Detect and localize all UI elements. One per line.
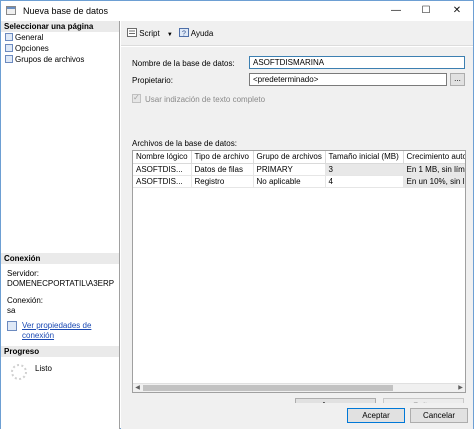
help-button[interactable]: ? Ayuda xyxy=(179,28,213,38)
checkmark-icon: ✓ xyxy=(133,93,140,102)
chevron-down-icon[interactable]: ▼ xyxy=(167,32,173,38)
server-value: DOMENECPORTATIL\A3ERP xyxy=(7,279,115,288)
database-files-grid: Nombre lógico Tipo de archivo Grupo de a… xyxy=(132,150,466,393)
db-name-label: Nombre de la base de datos: xyxy=(132,59,235,68)
app-icon xyxy=(6,6,16,15)
file-type-cell[interactable]: Registro xyxy=(191,175,254,188)
minimize-button[interactable]: — xyxy=(381,1,411,21)
script-label: Script xyxy=(139,29,160,38)
column-header[interactable]: Tipo de archivo xyxy=(191,151,254,164)
cancel-button[interactable]: Cancelar xyxy=(410,408,468,423)
file-type-cell[interactable]: Datos de filas xyxy=(191,163,254,176)
script-button[interactable]: Script ▼ xyxy=(127,28,173,38)
svg-text:?: ? xyxy=(182,31,186,38)
view-connection-properties-link[interactable]: Ver propiedades de xyxy=(22,321,91,330)
column-header[interactable]: Nombre lógico xyxy=(133,151,192,164)
general-page-form: Nombre de la base de datos: ASOFTDISMARI… xyxy=(121,47,473,413)
select-page-header: Seleccionar una página xyxy=(1,21,119,32)
script-icon xyxy=(127,28,137,37)
connection-header: Conexión xyxy=(1,253,119,264)
page-general-label: General xyxy=(15,33,44,42)
connection-label: Conexión: xyxy=(7,296,44,305)
page-filegroups-label: Grupos de archivos xyxy=(15,55,85,64)
progress-header: Progreso xyxy=(1,346,119,357)
page-options-label: Opciones xyxy=(15,44,49,53)
column-header[interactable]: Grupo de archivos xyxy=(253,151,326,164)
maximize-button[interactable]: ☐ xyxy=(411,1,441,21)
toolbar: Script ▼ ? Ayuda xyxy=(121,21,473,46)
table-row[interactable]: ASOFTDIS... Registro No aplicable 4 En u… xyxy=(133,175,465,188)
page-filegroups[interactable]: Grupos de archivos xyxy=(5,55,84,65)
close-button[interactable]: ✕ xyxy=(442,1,472,21)
column-header[interactable]: Crecimiento autom xyxy=(403,151,465,164)
progress-spinner-icon xyxy=(11,364,27,380)
scroll-right-icon[interactable]: ▶ xyxy=(456,384,465,392)
window-title: Nueva base de datos xyxy=(23,6,109,16)
scrollbar-thumb[interactable] xyxy=(143,385,393,391)
page-options[interactable]: Opciones xyxy=(5,44,49,54)
horizontal-scrollbar[interactable]: ◀ ▶ xyxy=(133,383,465,392)
logical-name-cell[interactable]: ASOFTDIS... xyxy=(133,163,192,176)
main-panel: Script ▼ ? Ayuda Nombre de la base de da… xyxy=(121,21,473,429)
owner-input[interactable]: <predeterminado> xyxy=(249,73,447,86)
autogrowth-cell[interactable]: En un 10%, sin límite xyxy=(403,175,465,188)
help-icon: ? xyxy=(179,28,189,38)
progress-status: Listo xyxy=(35,364,52,373)
ok-button[interactable]: Aceptar xyxy=(347,408,405,423)
view-connection-properties-link-2[interactable]: conexión xyxy=(22,331,54,340)
server-label: Servidor: xyxy=(7,269,40,278)
new-database-dialog: Nueva base de datos — ☐ ✕ Seleccionar un… xyxy=(0,0,474,429)
initial-size-cell[interactable]: 4 xyxy=(325,175,404,188)
left-panel: Seleccionar una página General Opciones … xyxy=(1,21,120,429)
page-icon xyxy=(5,55,13,63)
logical-name-cell[interactable]: ASOFTDIS... xyxy=(133,175,192,188)
page-icon xyxy=(5,44,13,52)
db-name-input[interactable]: ASOFTDISMARINA xyxy=(249,56,465,69)
connection-value: sa xyxy=(7,306,16,315)
page-icon xyxy=(5,33,13,41)
connection-properties-icon xyxy=(7,321,17,331)
fulltext-checkbox[interactable]: ✓ xyxy=(132,93,141,103)
table-row[interactable]: ASOFTDIS... Datos de filas PRIMARY 3 En … xyxy=(133,163,465,176)
fulltext-label: Usar indización de texto completo xyxy=(145,95,266,104)
title-bar: Nueva base de datos — ☐ ✕ xyxy=(1,1,473,21)
initial-size-cell[interactable]: 3 xyxy=(325,163,404,176)
files-label: Archivos de la base de datos: xyxy=(132,139,237,148)
dialog-buttons: Aceptar Cancelar xyxy=(121,403,473,429)
help-label: Ayuda xyxy=(190,29,214,38)
page-general[interactable]: General xyxy=(5,33,43,43)
column-header[interactable]: Tamaño inicial (MB) xyxy=(325,151,404,164)
scroll-left-icon[interactable]: ◀ xyxy=(133,384,142,392)
grid-header-row: Nombre lógico Tipo de archivo Grupo de a… xyxy=(133,151,465,164)
owner-label: Propietario: xyxy=(132,76,173,85)
filegroup-cell[interactable]: PRIMARY xyxy=(253,163,326,176)
owner-browse-button[interactable]: ... xyxy=(450,73,465,86)
filegroup-cell[interactable]: No aplicable xyxy=(253,175,326,188)
autogrowth-cell[interactable]: En 1 MB, sin límite xyxy=(403,163,465,176)
